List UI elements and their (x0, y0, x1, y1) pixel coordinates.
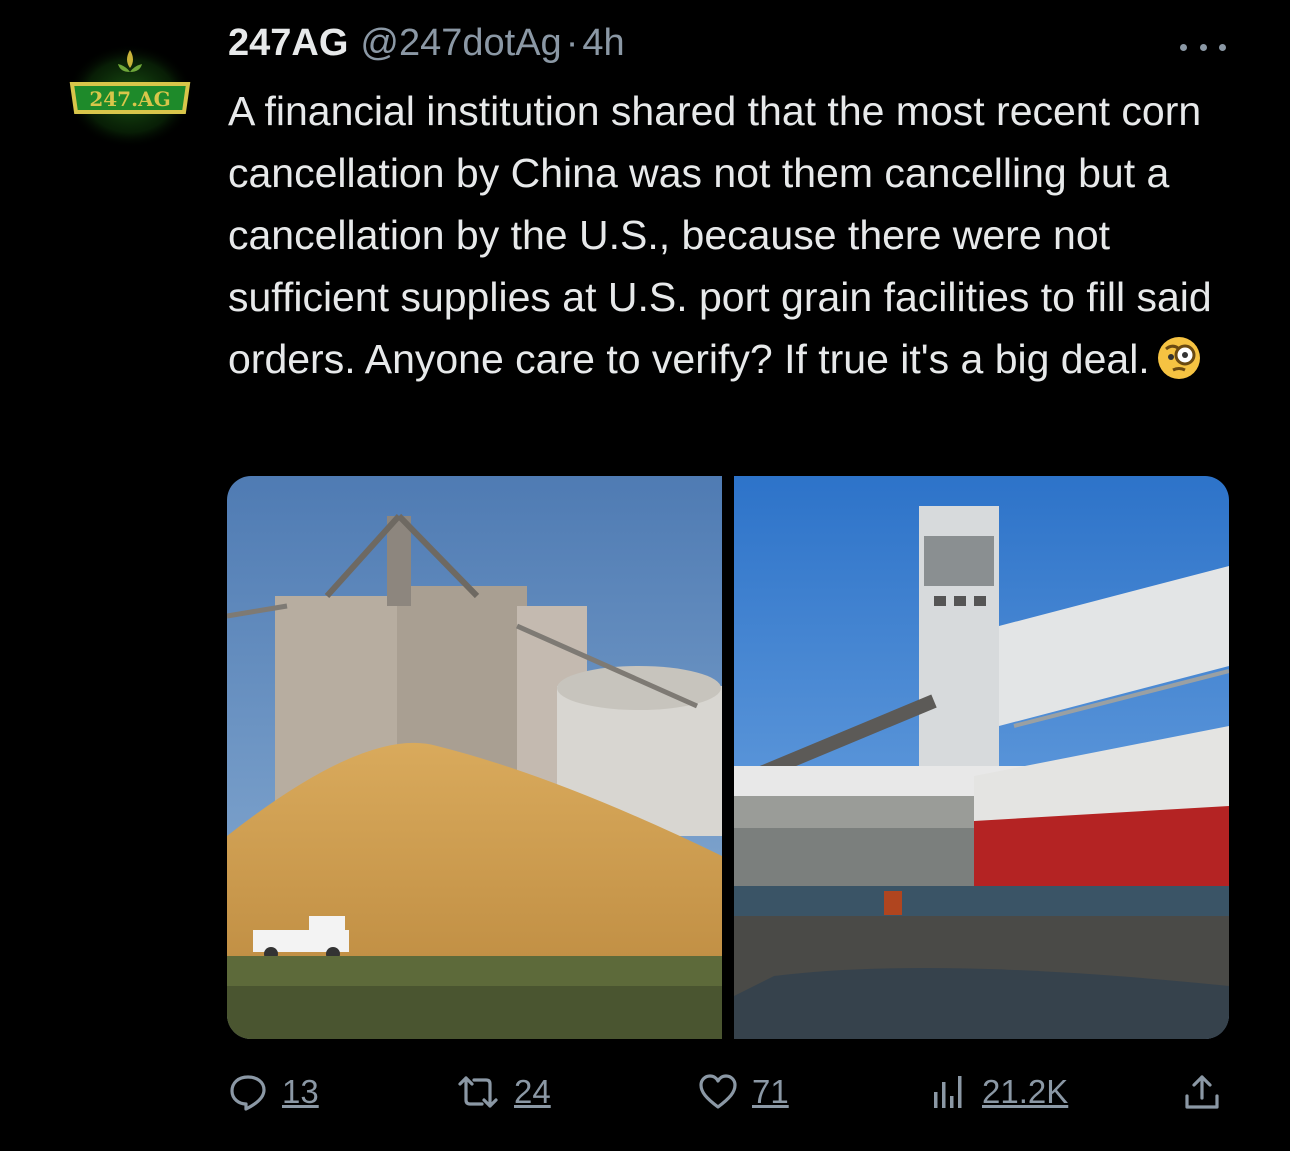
grain-silo-photo[interactable] (227, 476, 722, 1039)
views-count: 21.2K (982, 1073, 1069, 1110)
avatar[interactable]: 247.AG (64, 40, 196, 150)
reply-icon (230, 1075, 266, 1111)
more-dot-1 (1180, 43, 1187, 51)
views-chart-icon (934, 1076, 962, 1108)
media-grid[interactable] (227, 476, 1229, 1039)
reply-button[interactable]: 13 (228, 1060, 319, 1124)
port-ship-photo[interactable] (734, 476, 1229, 1039)
header-separator: · (565, 22, 579, 64)
tweet-header: 247AG @247dotAg · 4h (228, 22, 625, 76)
like-count: 71 (752, 1073, 789, 1110)
tweet-text: A financial institution shared that the … (228, 80, 1228, 398)
repost-button[interactable]: 24 (456, 1060, 551, 1124)
more-dot-3 (1219, 43, 1226, 51)
monocle-emoji-icon (1156, 335, 1202, 398)
user-handle[interactable]: @247dotAg (360, 22, 561, 65)
more-options-icon[interactable] (1180, 36, 1226, 58)
timestamp[interactable]: 4h (582, 22, 624, 65)
tweet-body: A financial institution shared that the … (228, 88, 1212, 382)
action-bar: 13 24 71 21.2K (228, 1060, 1228, 1124)
repost-count: 24 (514, 1073, 551, 1110)
reply-count: 13 (282, 1073, 319, 1110)
heart-icon (699, 1074, 737, 1109)
more-dot-2 (1199, 43, 1207, 51)
share-icon (1185, 1075, 1219, 1109)
views-button[interactable]: 21.2K (928, 1060, 1068, 1124)
share-button[interactable] (1182, 1060, 1222, 1124)
display-name[interactable]: 247AG (228, 22, 348, 65)
like-button[interactable]: 71 (698, 1060, 789, 1124)
avatar-logo-text: 247.AG (89, 87, 170, 111)
repost-icon (458, 1076, 498, 1108)
